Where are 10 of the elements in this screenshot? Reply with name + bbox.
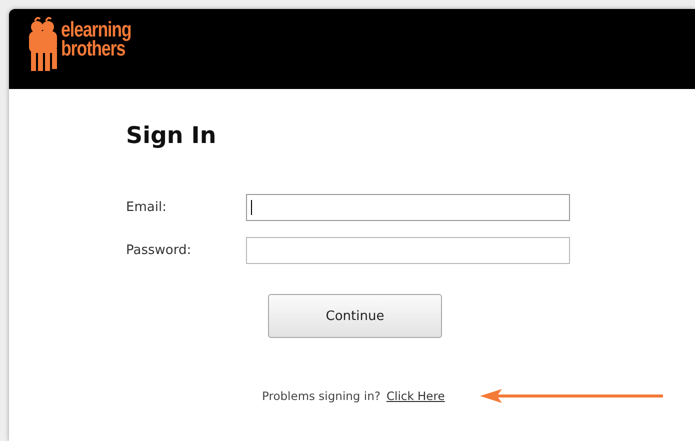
input-field[interactable] [246,194,570,221]
page-title: Sign In [126,123,218,149]
help-text: Problems signing in? [262,389,380,403]
input-field[interactable] [246,237,570,264]
help-link[interactable]: Click Here [386,389,445,403]
field-label: Password: [126,243,192,258]
figures-drawing [27,15,59,73]
continue-button[interactable]: Continue [268,294,442,338]
field-label: Email: [126,200,168,215]
arrow-icon [480,388,663,404]
